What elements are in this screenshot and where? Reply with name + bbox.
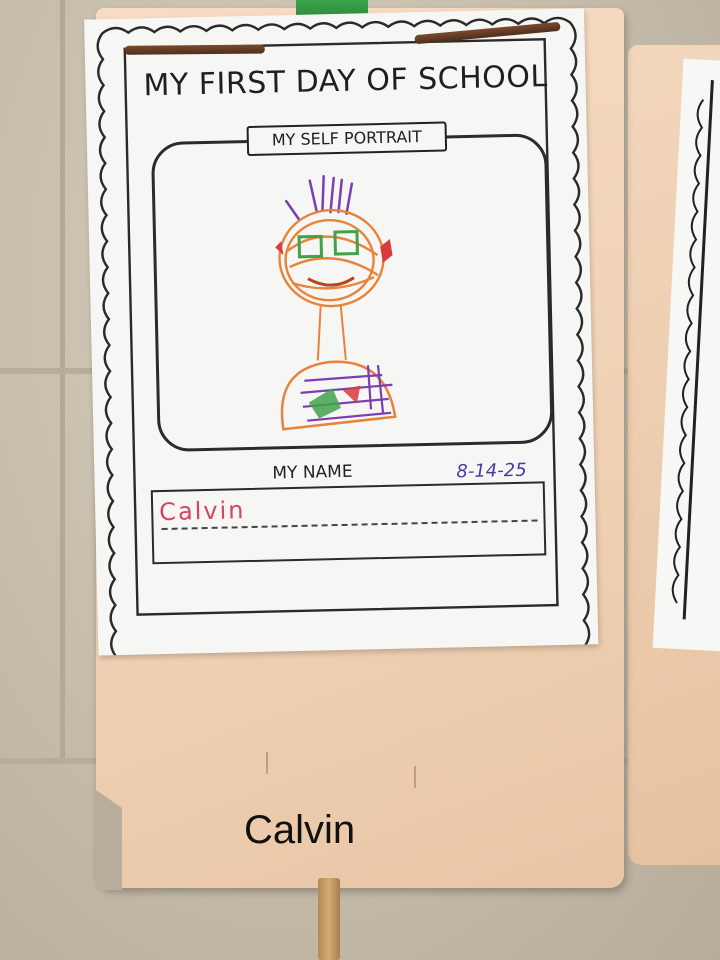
name-label: MY NAME [272, 461, 353, 484]
handwritten-date: 8-14-25 [456, 459, 527, 483]
ear [380, 238, 393, 263]
mouth [307, 276, 355, 287]
folder-score-mark [414, 766, 416, 788]
portrait-subtitle: MY SELF PORTRAIT [246, 121, 448, 157]
folder-name-label: Calvin [244, 808, 356, 852]
body-scribble [280, 360, 397, 431]
head-scribble [278, 208, 385, 308]
folder-fastener-left [124, 44, 265, 55]
name-writing-box: Calvin [150, 481, 547, 565]
eyes [297, 230, 359, 259]
neck [316, 303, 347, 361]
crayon-self-portrait [275, 175, 397, 431]
handwritten-name: Calvin [158, 496, 246, 527]
folder-score-mark [266, 752, 268, 774]
clothespin [318, 878, 340, 960]
worksheet-page: MY FIRST DAY OF SCHOOL MY SELF PORTRAIT [84, 8, 599, 656]
